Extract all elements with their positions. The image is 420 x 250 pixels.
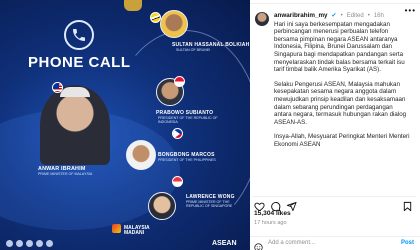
phone-icon — [64, 20, 94, 50]
social-icons-strip — [0, 236, 250, 250]
instagram-icon — [16, 239, 23, 247]
separator: • — [340, 13, 343, 19]
leader-role: PRESIDENT OF THE PHILIPPINES — [158, 158, 216, 162]
verified-badge-icon: ✔ — [331, 13, 337, 19]
coat-of-arms-icon — [124, 0, 142, 11]
headline: PHONE CALL — [28, 54, 131, 71]
brand-label: MALAYSIA MADANI — [124, 225, 150, 236]
posted-time: 17 hours ago — [254, 220, 287, 226]
youtube-icon — [36, 239, 43, 247]
portrait-marcos — [126, 140, 156, 170]
panel-header-divider — [250, 0, 420, 4]
heart-icon[interactable] — [254, 199, 265, 212]
post-details-panel: ••• anwaribrahim_my ✔ • Edited • 16h Har… — [250, 0, 420, 250]
portrait-lawrence-wong — [148, 192, 176, 220]
edited-label: Edited — [346, 13, 364, 19]
leader-role: PRIME MINISTER OF THE REPUBLIC OF SINGAP… — [186, 200, 233, 208]
share-icon[interactable] — [286, 199, 297, 212]
avatar[interactable] — [255, 12, 269, 26]
tiktok-icon — [46, 239, 53, 247]
comment-box: Add a comment... Post — [250, 236, 420, 250]
caption-paragraph: Insya-Allah, Mesyuarat Peringkat Menteri… — [274, 133, 410, 148]
likes-count[interactable]: 15,304 likes — [254, 210, 291, 217]
comment-input[interactable]: Add a comment... — [268, 240, 315, 246]
leader-role: SULTAN OF BRUNEI — [176, 48, 211, 52]
madani-logo-icon — [112, 224, 121, 233]
x-icon — [26, 239, 33, 247]
leader-role: PRESIDENT OF THE REPUBLIC OF INDONESIA — [158, 116, 218, 124]
indonesia-flag-icon — [174, 76, 185, 87]
caption-fade — [274, 184, 414, 194]
facebook-icon — [6, 239, 13, 247]
caption-paragraph: Hari ini saya berkesempatan mengadakan p… — [274, 20, 405, 74]
emoji-icon[interactable] — [254, 239, 263, 250]
post-comment-button[interactable]: Post — [401, 240, 414, 246]
leader-role: PRIME MINISTER OF MALAYSIA — [38, 172, 93, 176]
philippines-flag-icon — [172, 128, 183, 139]
timestamp[interactable]: 16h — [374, 13, 384, 21]
caption-paragraph: Selaku Pengerusi ASEAN, Malaysia mahukan… — [274, 80, 407, 126]
portrait-sultan-brunei — [160, 10, 188, 38]
comment-icon[interactable] — [270, 199, 281, 212]
post-image[interactable]: PHONE CALL SULTAN HASSANAL BOLKIAH SULTA… — [0, 0, 250, 250]
singapore-flag-icon — [172, 176, 183, 187]
brunei-flag-icon — [150, 12, 161, 23]
action-bar — [252, 196, 416, 212]
bookmark-icon[interactable] — [402, 199, 413, 212]
caption: anwaribrahim_my ✔ • Edited • 16h Hari in… — [274, 12, 410, 149]
malaysia-flag-icon — [52, 82, 63, 93]
separator: • — [367, 13, 370, 19]
portrait-anwar — [40, 85, 110, 165]
username-link[interactable]: anwaribrahim_my — [274, 12, 328, 20]
